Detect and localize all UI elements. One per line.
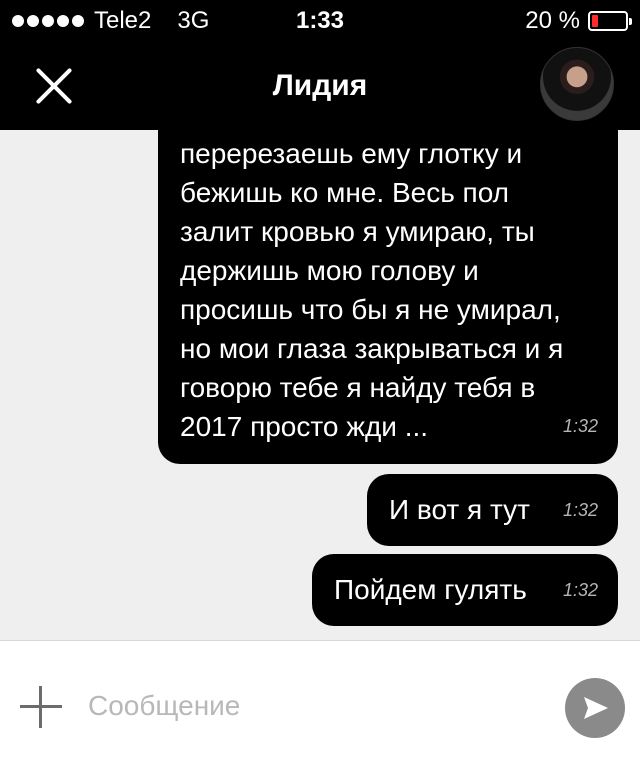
message-time: 1:32 bbox=[562, 416, 598, 436]
message-line: говорю тебе я найду тебя в bbox=[180, 372, 536, 403]
message-input[interactable] bbox=[88, 681, 538, 731]
chat-header: Лидия bbox=[0, 42, 640, 130]
message-bubble: Пойдем гулять 1:32 bbox=[312, 554, 618, 626]
battery-icon bbox=[588, 11, 632, 31]
message-line: 2017 просто жди ... bbox=[180, 411, 429, 442]
message-time: 1:32 bbox=[562, 580, 598, 600]
battery-level-fill bbox=[592, 15, 598, 27]
message-time: 1:32 bbox=[562, 500, 598, 520]
message-text: И вот я тут bbox=[389, 494, 530, 525]
message-line: просишь что бы я не умирал, bbox=[180, 294, 561, 325]
send-button[interactable] bbox=[565, 678, 625, 738]
message-line: залит кровью я умираю, ты bbox=[180, 216, 535, 247]
message-line: бежишь ко мне. Весь пол bbox=[180, 177, 510, 208]
message-bubble: И вот я тут 1:32 bbox=[367, 474, 618, 546]
close-icon[interactable] bbox=[28, 60, 80, 112]
send-icon bbox=[584, 697, 608, 719]
plus-icon[interactable] bbox=[20, 686, 62, 728]
message-composer bbox=[0, 640, 640, 776]
battery-percent: 20 % bbox=[525, 7, 580, 34]
message-line: но мои глаза закрываться и я bbox=[180, 333, 564, 364]
status-bar: Tele2 3G 1:33 20 % bbox=[0, 0, 640, 42]
message-text: Пойдем гулять bbox=[334, 574, 527, 605]
status-right: 20 % bbox=[525, 0, 632, 42]
message-bubble: перерезаешь ему глотку и бежишь ко мне. … bbox=[158, 130, 618, 464]
message-line: перерезаешь ему глотку и bbox=[180, 138, 523, 169]
message-line: держишь мою голову и bbox=[180, 255, 479, 286]
message-list[interactable]: перерезаешь ему глотку и бежишь ко мне. … bbox=[0, 130, 640, 640]
avatar[interactable] bbox=[540, 47, 614, 121]
